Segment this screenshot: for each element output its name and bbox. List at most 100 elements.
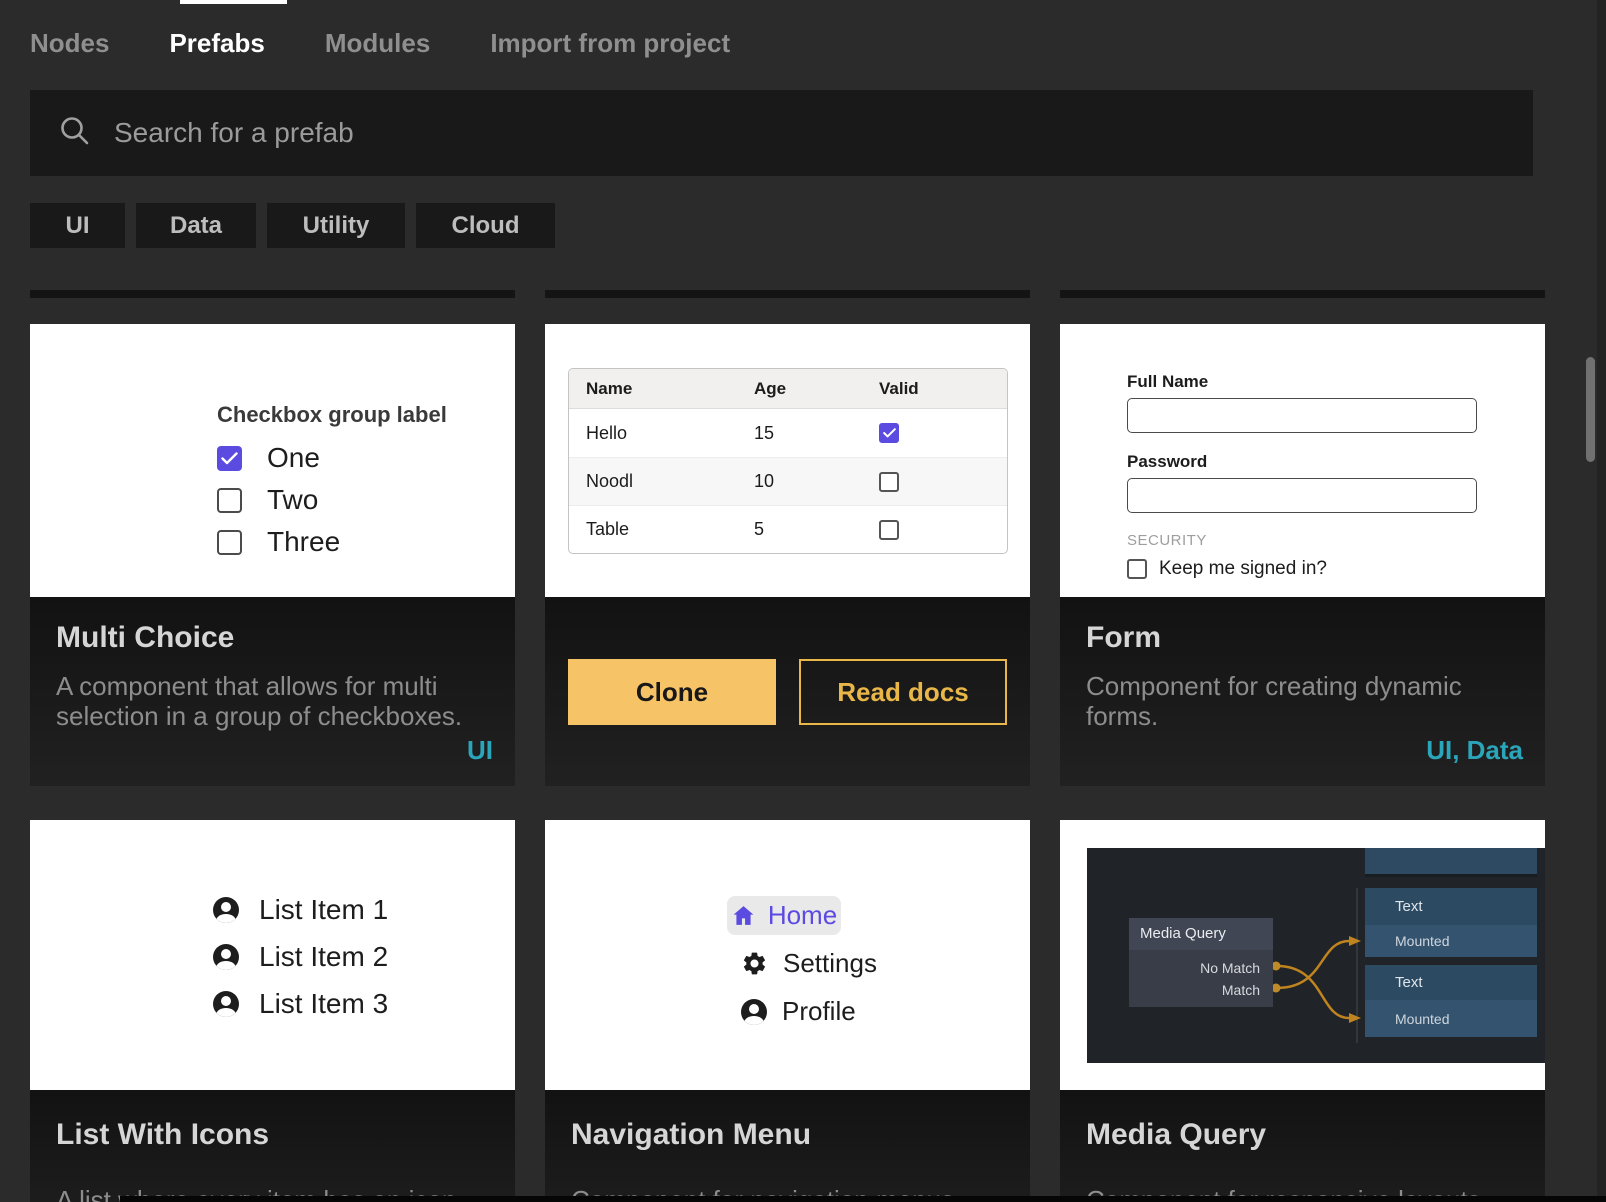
scrollbar-thumb[interactable] — [1586, 357, 1595, 462]
nav-item-label: Home — [768, 900, 837, 931]
checkbox-option: One — [217, 442, 447, 474]
cell-name: Table — [586, 519, 754, 540]
card-description: A component that allows for multi select… — [56, 671, 466, 731]
list-item-label: List Item 1 — [259, 894, 388, 926]
cell-age: 15 — [754, 423, 879, 444]
nav-item-home-active: Home — [727, 896, 841, 935]
table-header-valid: Valid — [879, 379, 1007, 399]
output-port-no-match: No Match — [1200, 960, 1260, 976]
password-input — [1127, 478, 1477, 513]
table-row: Table 5 — [569, 505, 1007, 553]
input-port-mounted: Mounted — [1365, 925, 1537, 957]
prefab-card-form[interactable]: Full Name Password SECURITY Keep me sign… — [1060, 324, 1545, 786]
form-preview: Full Name Password SECURITY Keep me sign… — [1060, 324, 1545, 597]
card-footer: Multi Choice A component that allows for… — [30, 597, 515, 786]
filter-chip-ui[interactable]: UI — [30, 203, 125, 248]
node-title: Text — [1365, 888, 1537, 925]
card-footer-actions: Clone Read docs — [545, 597, 1030, 786]
window-bottom-edge — [120, 1196, 1606, 1202]
checkbox-unchecked-icon — [879, 472, 899, 492]
table-row: Noodl 10 — [569, 457, 1007, 505]
prefab-card-table[interactable]: Name Age Valid Hello 15 Noodl 10 Table 5 — [545, 324, 1030, 786]
person-circle-icon — [213, 991, 239, 1017]
card-title: Multi Choice — [56, 621, 234, 655]
person-circle-icon — [741, 999, 767, 1025]
active-tab-indicator — [180, 0, 287, 4]
clone-button[interactable]: Clone — [568, 659, 776, 725]
filter-chip-cloud[interactable]: Cloud — [416, 203, 555, 248]
checkbox-unchecked-icon — [1127, 559, 1147, 579]
gear-icon — [741, 950, 768, 977]
filter-chip-data[interactable]: Data — [136, 203, 256, 248]
keep-signed-in-label: Keep me signed in? — [1159, 558, 1327, 580]
card-footer: List With Icons A list where every item … — [30, 1090, 515, 1202]
checkbox-option-label: One — [267, 442, 320, 474]
card-tag: UI, Data — [1426, 735, 1523, 766]
scrollbar-track — [1597, 0, 1606, 1202]
list-item: List Item 2 — [213, 944, 388, 970]
list-item-label: List Item 2 — [259, 941, 388, 973]
text-node: Text Mounted — [1365, 888, 1537, 957]
previous-row-card-edge — [1060, 290, 1545, 298]
nav-item-profile: Profile — [741, 996, 856, 1027]
list-item: List Item 3 — [213, 991, 388, 1017]
media-query-node: Media Query No Match Match — [1129, 918, 1273, 1007]
input-port-mounted: Mounted — [1365, 1000, 1537, 1037]
prefab-search-bar[interactable] — [30, 90, 1533, 176]
tab-prefabs[interactable]: Prefabs — [169, 28, 264, 59]
list-item-label: List Item 3 — [259, 988, 388, 1020]
person-circle-icon — [213, 944, 239, 970]
checkbox-unchecked-icon — [217, 530, 242, 555]
previous-row-card-edge — [545, 290, 1030, 298]
card-footer: Form Component for creating dynamic form… — [1060, 597, 1545, 786]
nav-item-label: Profile — [782, 996, 856, 1027]
list-item: List Item 1 — [213, 897, 388, 923]
read-docs-button[interactable]: Read docs — [799, 659, 1007, 725]
cell-age: 5 — [754, 519, 879, 540]
nav-item-label: Settings — [783, 948, 877, 979]
previous-row-card-edge — [30, 290, 515, 298]
output-port-match: Match — [1222, 982, 1260, 998]
card-description: Component for creating dynamic forms. — [1086, 671, 1496, 731]
checkbox-option: Two — [217, 484, 447, 516]
library-tabs: Nodes Prefabs Modules Import from projec… — [30, 28, 730, 59]
checkbox-option-label: Two — [267, 484, 318, 516]
full-name-label: Full Name — [1127, 372, 1479, 392]
tab-nodes[interactable]: Nodes — [30, 28, 109, 59]
navigation-menu-preview: Home Settings Profile — [545, 820, 1030, 1090]
node-graph-screenshot: Media Query No Match Match Text Mounted … — [1087, 848, 1545, 1063]
checkbox-option: Three — [217, 526, 447, 558]
card-footer: Media Query Component for responsive lay… — [1060, 1090, 1545, 1202]
tab-modules[interactable]: Modules — [325, 28, 430, 59]
search-input[interactable] — [114, 117, 1314, 149]
list-with-icons-preview: List Item 1 List Item 2 List Item 3 — [30, 820, 515, 1090]
multi-choice-preview: Checkbox group label One Two Three — [30, 324, 515, 597]
preview-table: Name Age Valid Hello 15 Noodl 10 Table 5 — [568, 368, 1008, 554]
card-title: Navigation Menu — [571, 1118, 811, 1152]
password-label: Password — [1127, 452, 1479, 472]
checkbox-group-label: Checkbox group label — [217, 402, 447, 428]
cell-name: Hello — [586, 423, 754, 444]
checkbox-checked-icon — [217, 446, 242, 471]
card-tag: UI — [467, 735, 493, 766]
home-icon — [731, 903, 756, 928]
card-title: List With Icons — [56, 1118, 269, 1152]
security-section-label: SECURITY — [1127, 532, 1479, 549]
table-row: Hello 15 — [569, 409, 1007, 457]
checkbox-unchecked-icon — [879, 520, 899, 540]
person-circle-icon — [213, 897, 239, 923]
node-title: Text — [1365, 965, 1537, 1000]
prefab-card-navigation-menu[interactable]: Home Settings Profile Navigation Menu Co… — [545, 820, 1030, 1202]
table-preview: Name Age Valid Hello 15 Noodl 10 Table 5 — [545, 324, 1030, 597]
prefab-card-media-query[interactable]: Media Query No Match Match Text Mounted … — [1060, 820, 1545, 1202]
card-footer: Navigation Menu Component for navigation… — [545, 1090, 1030, 1202]
checkbox-checked-icon — [879, 423, 899, 443]
cell-age: 10 — [754, 471, 879, 492]
tab-import-from-project[interactable]: Import from project — [490, 28, 730, 59]
card-title: Form — [1086, 621, 1161, 655]
prefab-card-multi-choice[interactable]: Checkbox group label One Two Three Multi… — [30, 324, 515, 786]
filter-chip-utility[interactable]: Utility — [267, 203, 405, 248]
prefab-card-list-with-icons[interactable]: List Item 1 List Item 2 List Item 3 List… — [30, 820, 515, 1202]
text-node: Text Mounted — [1365, 965, 1537, 1037]
nav-item-settings: Settings — [741, 948, 877, 979]
